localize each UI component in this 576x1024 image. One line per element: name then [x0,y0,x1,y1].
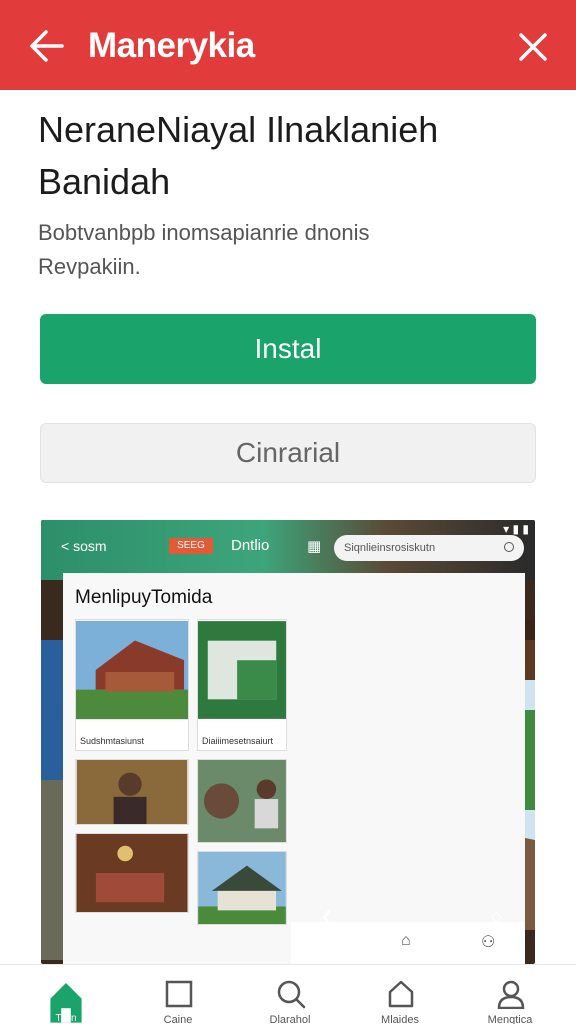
nav-item-profile[interactable]: Menqtica [460,965,560,1024]
nav-label: Tatin [55,1013,77,1024]
preview-edge-decor [41,640,63,780]
nav-item-search[interactable]: Dlarahol [240,965,340,1024]
thumbnail-2: Diaiiimesetnsaiurt [197,619,287,751]
preview-search-placeholder: Siqnlieinsrosiskutn [344,542,436,554]
cottage-image [198,852,286,924]
building-image [198,621,286,719]
thumbnail-1: Sudshmtasiunst [75,619,189,751]
portrait-image [76,760,188,824]
preview-tab: Dntlio [231,537,270,554]
nav-label: Menqtica [487,1014,533,1024]
nav-label: Mlaides [381,1014,419,1024]
bell-icon: ⌂ [401,932,411,949]
preview-edge-decor-lower [41,780,63,960]
arrow-left-icon[interactable] [26,26,66,66]
preview-card-title: MenlipuyTomida [75,587,213,608]
interior-image [76,834,188,912]
thumbnail-6 [197,851,287,925]
thumbnail-caption: Sudshmtasiunst [80,736,145,746]
thumbnail-4 [197,759,287,843]
page-headline: NeraneNiayal Ilnaklanieh Banidah [38,109,439,202]
install-screen: Manerykia NeraneNiayal Ilnaklanieh Banid… [0,0,576,1024]
house-image [76,620,188,720]
preview-search: Siqnlieinsrosiskutn [334,535,524,561]
bottom-navigation: Tatin Caine Dlarahol Mlaides Menqtica [0,964,576,1024]
village-image [198,760,286,842]
status-icons: ▾ ▮ ▮ [503,522,529,536]
app-preview-image: ▾ ▮ ▮ < sosm SEEG Dntlio ▦ Siqnlieinsros… [41,520,535,964]
preview-badge: SEEG [169,538,213,554]
search-icon [504,542,514,552]
page-description: Bobtvanbpb inomsapianrie dnonis Revpakii… [38,220,370,279]
thumbnail-5 [75,833,189,913]
cancel-button[interactable]: Cinrarial [40,423,536,483]
close-icon[interactable] [514,28,552,66]
profile-icon [497,980,525,1009]
bell-icon [388,980,414,1008]
preview-bottom-bar: ⌂ ⚇ [291,922,525,964]
search-icon [277,980,306,1009]
app-header: Manerykia [0,0,576,90]
preview-back-link: < sosm [61,538,107,554]
grid-icon: ▦ [307,538,322,555]
nav-item-caine[interactable]: Caine [128,965,228,1024]
nav-label: Caine [163,1014,193,1024]
app-title: Manerykia [88,26,255,65]
nav-item-home[interactable]: Tatin [16,965,116,1024]
nav-item-notifications[interactable]: Mlaides [350,965,450,1024]
thumbnail-caption: Diaiiimesetnsaiurt [202,736,274,746]
nav-label: Dlarahol [269,1014,311,1024]
install-button[interactable]: Instal [40,314,536,384]
square-icon [165,980,193,1008]
profile-icon: ⚇ [481,934,496,951]
thumbnail-3 [75,759,189,825]
